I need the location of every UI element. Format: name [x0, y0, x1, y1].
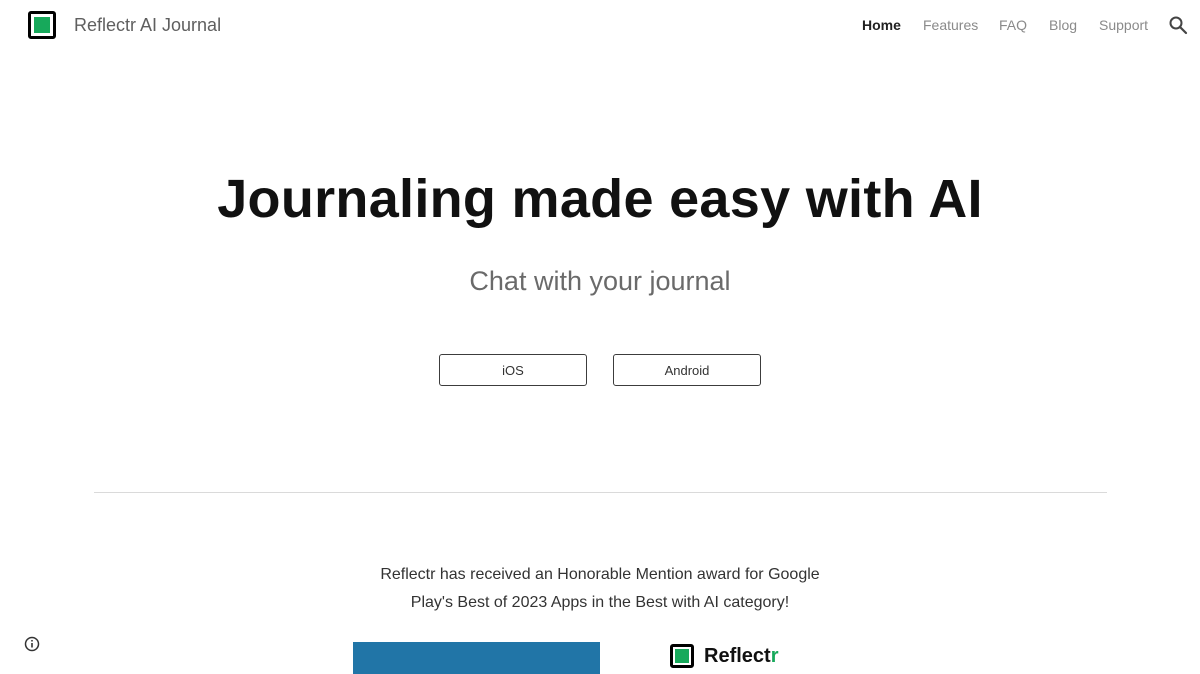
brand-logo-icon	[670, 644, 694, 668]
hero-subtitle: Chat with your journal	[469, 266, 731, 296]
brand-name-accent: r	[770, 645, 779, 667]
hero-title: Journaling made easy with AI	[217, 169, 983, 229]
award-text: Reflectr has received an Honorable Menti…	[0, 561, 1200, 617]
search-icon[interactable]	[1168, 15, 1188, 35]
brand-name-main: Reflect	[704, 645, 771, 667]
site-header: Reflectr AI Journal Home Features FAQ Bl…	[0, 0, 1200, 52]
award-line-1: Reflectr has received an Honorable Menti…	[380, 566, 820, 583]
brand-name: Reflectr	[704, 645, 779, 668]
android-button[interactable]: Android	[613, 354, 761, 386]
info-icon[interactable]	[24, 636, 40, 652]
award-image	[353, 642, 600, 674]
nav-support[interactable]: Support	[1099, 17, 1148, 33]
nav-home[interactable]: Home	[862, 17, 901, 33]
top-navigation: Home Features FAQ Blog Support	[0, 17, 1200, 37]
ios-button[interactable]: iOS	[439, 354, 587, 386]
section-divider	[94, 492, 1107, 493]
brand-logo-green-square	[675, 649, 689, 663]
nav-faq[interactable]: FAQ	[999, 17, 1027, 33]
nav-features[interactable]: Features	[923, 17, 978, 33]
award-line-2: Play's Best of 2023 Apps in the Best wit…	[410, 594, 790, 611]
nav-blog[interactable]: Blog	[1049, 17, 1077, 33]
